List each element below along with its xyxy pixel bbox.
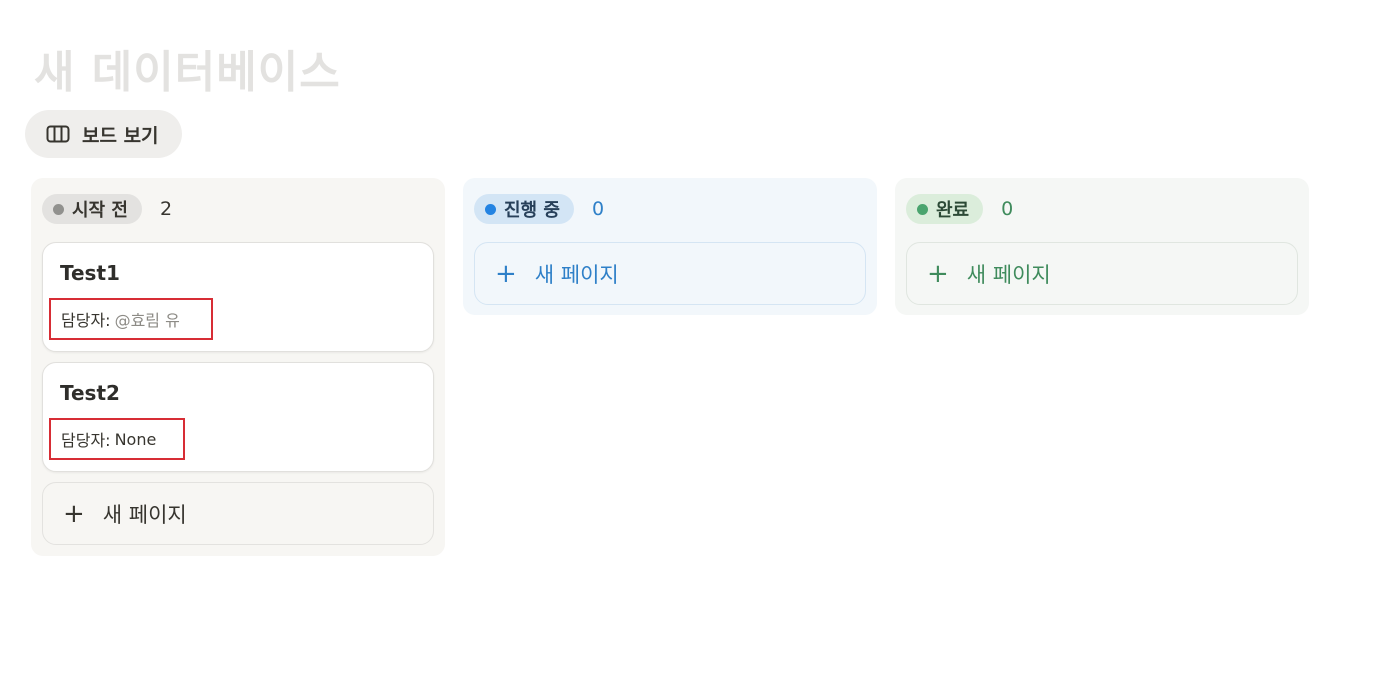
status-label: 시작 전 [72,200,128,221]
board-columns-icon [46,124,70,144]
new-page-button[interactable]: + 새 페이지 [42,482,434,545]
status-dot-icon [485,203,496,215]
plus-icon: + [927,258,949,289]
board-column-not-started: 시작 전 2 Test1 담당자: @효림 유 Test2 담당자: None … [31,178,445,556]
plus-icon: + [63,498,85,529]
new-page-button[interactable]: + 새 페이지 [474,242,866,305]
assignee-label: 담당자: [61,431,111,450]
view-tab-label: 보드 보기 [82,124,159,147]
status-pill-done[interactable]: 완료 [906,194,984,224]
status-dot-icon [53,203,64,215]
board-column-done: 완료 0 + 새 페이지 [895,178,1309,315]
column-count: 2 [159,198,173,220]
board-card-test2[interactable]: Test2 담당자: None [42,362,434,472]
column-header: 완료 0 [906,190,1298,228]
new-page-label: 새 페이지 [102,502,187,527]
status-dot-icon [917,203,928,215]
card-title: Test2 [60,381,120,405]
board-view-tab[interactable]: 보드 보기 [25,110,182,158]
page-title[interactable]: 새 데이터베이스 [34,36,341,100]
column-count: 0 [1001,198,1014,220]
column-header: 시작 전 2 [42,190,434,228]
new-page-label: 새 페이지 [966,262,1051,287]
assignee-property-highlight: 담당자: @효림 유 [49,298,213,340]
assignee-mention[interactable]: @효림 유 [115,307,180,331]
assignee-value: None [114,429,157,449]
board-card-test1[interactable]: Test1 담당자: @효림 유 [42,242,434,352]
assignee-property-highlight: 담당자: None [49,418,185,460]
new-page-label: 새 페이지 [534,262,619,287]
status-label: 완료 [936,200,970,221]
column-header: 진행 중 0 [474,190,866,228]
new-page-button[interactable]: + 새 페이지 [906,242,1298,305]
board-column-in-progress: 진행 중 0 + 새 페이지 [463,178,877,315]
plus-icon: + [495,258,517,289]
assignee-label: 담당자: [61,311,111,330]
status-label: 진행 중 [504,200,560,221]
status-pill-in-progress[interactable]: 진행 중 [474,194,574,224]
status-pill-not-started[interactable]: 시작 전 [42,194,142,224]
column-count: 0 [591,198,605,220]
card-title: Test1 [60,261,120,285]
